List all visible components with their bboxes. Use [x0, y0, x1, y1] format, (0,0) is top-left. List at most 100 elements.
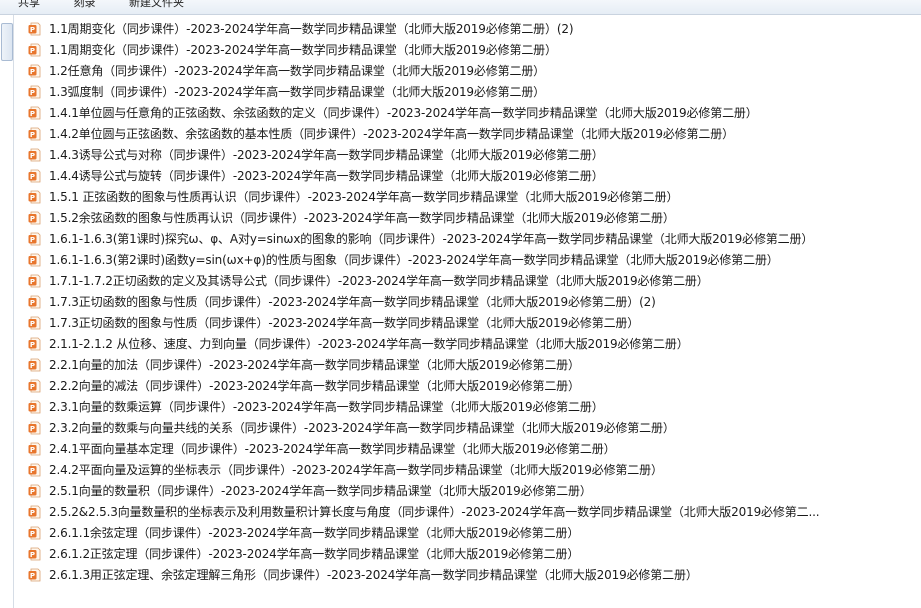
file-name: 2.4.1平面向量基本定理（同步课件）-2023-2024学年高一数学同步精品课… [49, 442, 616, 456]
powerpoint-file-icon: P [28, 106, 41, 120]
svg-text:P: P [30, 509, 35, 517]
file-item[interactable]: P 1.7.3正切函数的图象与性质（同步课件）-2023-2024学年高一数学同步… [28, 291, 908, 312]
powerpoint-file-icon: P [28, 85, 41, 99]
svg-text:P: P [30, 425, 35, 433]
svg-text:P: P [30, 68, 35, 76]
svg-text:P: P [30, 362, 35, 370]
file-name: 2.6.1.2正弦定理（同步课件）-2023-2024学年高一数学同步精品课堂（… [49, 547, 580, 561]
svg-text:P: P [30, 257, 35, 265]
toolbar-new-folder-button[interactable]: 新建文件夹 [127, 0, 184, 8]
navigation-pane[interactable] [0, 15, 14, 608]
svg-text:P: P [30, 110, 35, 118]
file-item[interactable]: P 2.1.1-2.1.2 从位移、速度、力到向量（同步课件）-2023-2024… [28, 333, 908, 354]
powerpoint-file-icon: P [28, 169, 41, 183]
file-name: 1.4.1单位圆与任意角的正弦函数、余弦函数的定义（同步课件）-2023-202… [49, 106, 758, 120]
svg-text:P: P [30, 173, 35, 181]
powerpoint-file-icon: P [28, 64, 41, 78]
svg-text:P: P [30, 236, 35, 244]
file-item[interactable]: P 1.4.2单位圆与正弦函数、余弦函数的基本性质（同步课件）-2023-2024… [28, 123, 908, 144]
powerpoint-file-icon: P [28, 484, 41, 498]
powerpoint-file-icon: P [28, 253, 41, 267]
file-item[interactable]: P 2.3.2向量的数乘与向量共线的关系（同步课件）-2023-2024学年高一数… [28, 417, 908, 438]
svg-text:P: P [30, 551, 35, 559]
powerpoint-file-icon: P [28, 463, 41, 477]
file-item[interactable]: P 2.3.1向量的数乘运算（同步课件）-2023-2024学年高一数学同步精品课… [28, 396, 908, 417]
svg-text:P: P [30, 89, 35, 97]
file-list: P 1.1周期变化（同步课件）-2023-2024学年高一数学同步精品课堂（北师大… [28, 18, 908, 585]
powerpoint-file-icon: P [28, 568, 41, 582]
file-item[interactable]: P 1.4.4诱导公式与旋转（同步课件）-2023-2024学年高一数学同步精品课… [28, 165, 908, 186]
file-name: 2.6.1.1余弦定理（同步课件）-2023-2024学年高一数学同步精品课堂（… [49, 526, 580, 540]
file-item[interactable]: P 1.4.3诱导公式与对称（同步课件）-2023-2024学年高一数学同步精品课… [28, 144, 908, 165]
svg-text:P: P [30, 467, 35, 475]
file-item[interactable]: P 2.4.1平面向量基本定理（同步课件）-2023-2024学年高一数学同步精品… [28, 438, 908, 459]
svg-text:P: P [30, 404, 35, 412]
file-item[interactable]: P 2.2.2向量的减法（同步课件）-2023-2024学年高一数学同步精品课堂（… [28, 375, 908, 396]
file-item[interactable]: P 2.5.2&2.5.3向量数量积的坐标表示及利用数量积计算长度与角度（同步课件… [28, 501, 908, 522]
file-item[interactable]: P 1.6.1-1.6.3(第2课时)函数y=sin(ωx+φ)的性质与图象（同步… [28, 249, 908, 270]
powerpoint-file-icon: P [28, 400, 41, 414]
svg-text:P: P [30, 47, 35, 55]
toolbar-burn-button[interactable]: 刻录 [72, 0, 96, 8]
file-name: 2.6.1.3用正弦定理、余弦定理解三角形（同步课件）-2023-2024学年高… [49, 568, 698, 582]
file-item[interactable]: P 2.6.1.1余弦定理（同步课件）-2023-2024学年高一数学同步精品课堂… [28, 522, 908, 543]
file-name: 2.2.2向量的减法（同步课件）-2023-2024学年高一数学同步精品课堂（北… [49, 379, 580, 393]
file-name: 1.4.4诱导公式与旋转（同步课件）-2023-2024学年高一数学同步精品课堂… [49, 169, 604, 183]
file-name: 2.1.1-2.1.2 从位移、速度、力到向量（同步课件）-2023-2024学… [49, 337, 689, 351]
file-item[interactable]: P 1.5.1 正弦函数的图象与性质再认识（同步课件）-2023-2024学年高一… [28, 186, 908, 207]
file-name: 2.5.1向量的数量积（同步课件）-2023-2024学年高一数学同步精品课堂（… [49, 484, 592, 498]
svg-text:P: P [30, 131, 35, 139]
file-name: 2.3.1向量的数乘运算（同步课件）-2023-2024学年高一数学同步精品课堂… [49, 400, 604, 414]
powerpoint-file-icon: P [28, 148, 41, 162]
svg-text:P: P [30, 26, 35, 34]
file-item[interactable]: P 2.4.2平面向量及运算的坐标表示（同步课件）-2023-2024学年高一数学… [28, 459, 908, 480]
powerpoint-file-icon: P [28, 379, 41, 393]
powerpoint-file-icon: P [28, 274, 41, 288]
powerpoint-file-icon: P [28, 295, 41, 309]
powerpoint-file-icon: P [28, 337, 41, 351]
toolbar-share-button[interactable]: 共享 [16, 0, 40, 8]
powerpoint-file-icon: P [28, 358, 41, 372]
file-item[interactable]: P 1.6.1-1.6.3(第1课时)探究ω、φ、A对y=sinωx的图象的影响（… [28, 228, 908, 249]
svg-text:P: P [30, 383, 35, 391]
powerpoint-file-icon: P [28, 43, 41, 57]
file-item[interactable]: P 1.7.3正切函数的图象与性质（同步课件）-2023-2024学年高一数学同步… [28, 312, 908, 333]
file-name: 1.5.1 正弦函数的图象与性质再认识（同步课件）-2023-2024学年高一数… [49, 190, 679, 204]
file-item[interactable]: P 1.5.2余弦函数的图象与性质再认识（同步课件）-2023-2024学年高一数… [28, 207, 908, 228]
file-name: 1.6.1-1.6.3(第1课时)探究ω、φ、A对y=sinωx的图象的影响（同… [49, 232, 814, 246]
command-toolbar: 共享 刻录 新建文件夹 [0, 0, 921, 15]
svg-text:P: P [30, 299, 35, 307]
file-name: 1.4.2单位圆与正弦函数、余弦函数的基本性质（同步课件）-2023-2024学… [49, 127, 734, 141]
file-name: 1.5.2余弦函数的图象与性质再认识（同步课件）-2023-2024学年高一数学… [49, 211, 675, 225]
svg-text:P: P [30, 152, 35, 160]
svg-text:P: P [30, 446, 35, 454]
powerpoint-file-icon: P [28, 442, 41, 456]
file-item[interactable]: P 1.1周期变化（同步课件）-2023-2024学年高一数学同步精品课堂（北师大… [28, 18, 908, 39]
powerpoint-file-icon: P [28, 22, 41, 36]
file-name: 1.7.3正切函数的图象与性质（同步课件）-2023-2024学年高一数学同步精… [49, 316, 640, 330]
powerpoint-file-icon: P [28, 526, 41, 540]
svg-text:P: P [30, 320, 35, 328]
file-name: 1.4.3诱导公式与对称（同步课件）-2023-2024学年高一数学同步精品课堂… [49, 148, 604, 162]
file-name: 1.1周期变化（同步课件）-2023-2024学年高一数学同步精品课堂（北师大版… [49, 43, 557, 57]
file-item[interactable]: P 1.7.1-1.7.2正切函数的定义及其诱导公式（同步课件）-2023-202… [28, 270, 908, 291]
file-item[interactable]: P 1.3弧度制（同步课件）-2023-2024学年高一数学同步精品课堂（北师大版… [28, 81, 908, 102]
file-item[interactable]: P 2.6.1.2正弦定理（同步课件）-2023-2024学年高一数学同步精品课堂… [28, 543, 908, 564]
navigation-scrollbar-thumb[interactable] [1, 23, 13, 61]
file-item[interactable]: P 2.2.1向量的加法（同步课件）-2023-2024学年高一数学同步精品课堂（… [28, 354, 908, 375]
powerpoint-file-icon: P [28, 547, 41, 561]
powerpoint-file-icon: P [28, 316, 41, 330]
powerpoint-file-icon: P [28, 232, 41, 246]
svg-text:P: P [30, 215, 35, 223]
file-item[interactable]: P 1.2任意角（同步课件）-2023-2024学年高一数学同步精品课堂（北师大版… [28, 60, 908, 81]
file-item[interactable]: P 2.5.1向量的数量积（同步课件）-2023-2024学年高一数学同步精品课堂… [28, 480, 908, 501]
file-name: 1.1周期变化（同步课件）-2023-2024学年高一数学同步精品课堂（北师大版… [49, 22, 574, 36]
file-name: 1.2任意角（同步课件）-2023-2024学年高一数学同步精品课堂（北师大版2… [49, 64, 546, 78]
file-name: 1.6.1-1.6.3(第2课时)函数y=sin(ωx+φ)的性质与图象（同步课… [49, 253, 779, 267]
file-name: 1.7.3正切函数的图象与性质（同步课件）-2023-2024学年高一数学同步精… [49, 295, 656, 309]
svg-text:P: P [30, 278, 35, 286]
svg-text:P: P [30, 341, 35, 349]
file-item[interactable]: P 1.1周期变化（同步课件）-2023-2024学年高一数学同步精品课堂（北师大… [28, 39, 908, 60]
file-item[interactable]: P 2.6.1.3用正弦定理、余弦定理解三角形（同步课件）-2023-2024学年… [28, 564, 908, 585]
file-item[interactable]: P 1.4.1单位圆与任意角的正弦函数、余弦函数的定义（同步课件）-2023-20… [28, 102, 908, 123]
